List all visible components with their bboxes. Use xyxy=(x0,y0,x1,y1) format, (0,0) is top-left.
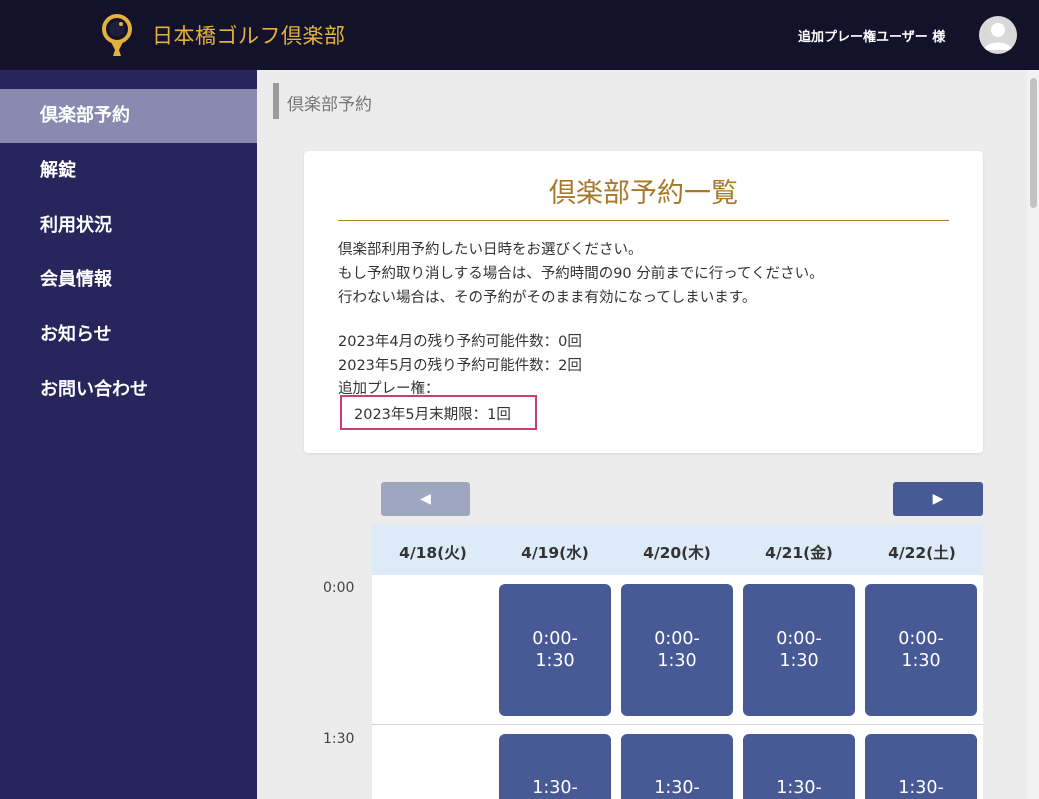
reservation-info-card: 倶楽部予約一覧 倶楽部利用予約したい日時をお選びください。 もし予約取り消しする… xyxy=(304,151,983,453)
remaining-may: 2023年5月の残り予約可能件数：2回 xyxy=(338,358,582,374)
title-divider xyxy=(338,220,949,221)
time-label: 1:30 xyxy=(323,731,355,747)
slot-end: 1:30 xyxy=(535,651,575,671)
next-week-button[interactable]: ▶ xyxy=(893,482,983,516)
sidebar-item-usage[interactable]: 利用状況 xyxy=(0,199,257,253)
remaining-april: 2023年4月の残り予約可能件数：0回 xyxy=(338,334,582,350)
slot-start: 1:30- xyxy=(532,778,578,798)
calendar-header: 4/18(火) 4/19(水) 4/20(木) 4/21(金) 4/22(土) xyxy=(372,525,983,575)
prev-week-button[interactable]: ◀ xyxy=(381,482,470,516)
time-label: 0:00 xyxy=(323,580,355,596)
golf-ball-logo-icon xyxy=(98,12,138,60)
slot-start: 0:00- xyxy=(532,629,578,649)
time-slot-button[interactable]: 0:00- 1:30 xyxy=(499,584,611,716)
slot-start: 0:00- xyxy=(654,629,700,649)
row-divider xyxy=(372,724,983,725)
slot-start: 1:30- xyxy=(654,778,700,798)
day-header: 4/22(土) xyxy=(888,544,956,562)
slot-end: 1:30 xyxy=(901,651,941,671)
time-slot-button[interactable]: 1:30- xyxy=(621,734,733,799)
sidebar-item-contact[interactable]: お問い合わせ xyxy=(0,363,257,417)
time-slot-button[interactable]: 0:00- 1:30 xyxy=(621,584,733,716)
slot-start: 0:00- xyxy=(898,629,944,649)
slot-start: 1:30- xyxy=(898,778,944,798)
day-header: 4/21(金) xyxy=(765,544,833,562)
time-slot-button[interactable]: 1:30- xyxy=(743,734,855,799)
slot-end: 1:30 xyxy=(779,651,819,671)
app-logo-text[interactable]: 日本橋ゴルフ倶楽部 xyxy=(152,20,346,50)
slot-start: 1:30- xyxy=(776,778,822,798)
day-header: 4/19(水) xyxy=(521,544,589,562)
time-slot-button[interactable]: 0:00- 1:30 xyxy=(743,584,855,716)
sidebar-item-unlock[interactable]: 解錠 xyxy=(0,144,257,198)
sidebar-item-member-info[interactable]: 会員情報 xyxy=(0,253,257,307)
sidebar-item-club-reservation[interactable]: 倶楽部予約 xyxy=(0,89,257,143)
day-header: 4/18(火) xyxy=(399,544,467,562)
user-avatar-icon[interactable] xyxy=(979,16,1017,54)
extra-play-highlight: 2023年5月末期限：1回 xyxy=(340,395,537,430)
slot-end: 1:30 xyxy=(657,651,697,671)
scrollbar-thumb[interactable] xyxy=(1030,78,1037,208)
breadcrumb: 倶楽部予約 xyxy=(287,95,372,115)
intro-line-2: もし予約取り消しする場合は、予約時間の90 分前までに行ってください。 xyxy=(338,266,824,282)
time-slot-button[interactable]: 0:00- 1:30 xyxy=(865,584,977,716)
user-name: 追加プレー権ユーザー 様 xyxy=(798,30,946,45)
intro-line-3: 行わない場合は、その予約がそのまま有効になってしまいます。 xyxy=(338,290,757,306)
time-slot-button[interactable]: 1:30- xyxy=(499,734,611,799)
extra-play-value: 2023年5月末期限：1回 xyxy=(354,407,511,423)
time-slot-button[interactable]: 1:30- xyxy=(865,734,977,799)
day-header: 4/20(木) xyxy=(643,544,711,562)
top-header: 日本橋ゴルフ倶楽部 追加プレー権ユーザー 様 xyxy=(0,0,1039,70)
sidebar-nav: 倶楽部予約 解錠 利用状況 会員情報 お知らせ お問い合わせ xyxy=(0,70,257,799)
sidebar-item-notices[interactable]: お知らせ xyxy=(0,308,257,362)
page-title: 倶楽部予約一覧 xyxy=(549,178,738,209)
slot-start: 0:00- xyxy=(776,629,822,649)
breadcrumb-accent xyxy=(273,83,279,119)
intro-line-1: 倶楽部利用予約したい日時をお選びください。 xyxy=(338,242,643,258)
